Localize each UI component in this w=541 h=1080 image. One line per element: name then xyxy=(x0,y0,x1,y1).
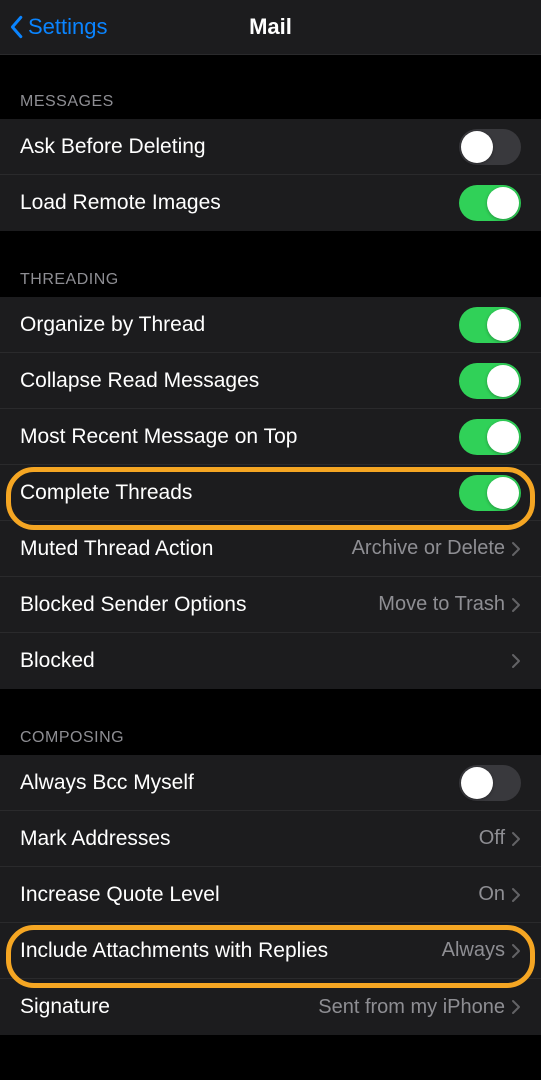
toggle-complete-threads[interactable] xyxy=(459,475,521,511)
row-value-text: Archive or Delete xyxy=(352,537,505,560)
row-most-recent-on-top[interactable]: Most Recent Message on Top xyxy=(0,409,541,465)
row-value: Always xyxy=(442,939,521,962)
row-label: Blocked xyxy=(20,649,95,673)
row-label: Increase Quote Level xyxy=(20,883,220,907)
chevron-right-icon xyxy=(511,831,521,847)
row-value-text: Sent from my iPhone xyxy=(318,996,505,1019)
row-increase-quote-level[interactable]: Increase Quote Level On xyxy=(0,867,541,923)
row-value-text: Off xyxy=(479,827,505,850)
row-value: Archive or Delete xyxy=(352,537,521,560)
section-messages: Ask Before Deleting Load Remote Images xyxy=(0,119,541,231)
row-label: Always Bcc Myself xyxy=(20,771,194,795)
row-value: On xyxy=(478,883,521,906)
row-label: Organize by Thread xyxy=(20,313,205,337)
row-always-bcc-myself[interactable]: Always Bcc Myself xyxy=(0,755,541,811)
toggle-always-bcc[interactable] xyxy=(459,765,521,801)
row-load-remote-images[interactable]: Load Remote Images xyxy=(0,175,541,231)
row-include-attachments[interactable]: Include Attachments with Replies Always xyxy=(0,923,541,979)
page-title: Mail xyxy=(249,14,292,40)
row-muted-thread-action[interactable]: Muted Thread Action Archive or Delete xyxy=(0,521,541,577)
toggle-load-remote-images[interactable] xyxy=(459,185,521,221)
row-value-text: On xyxy=(478,883,505,906)
toggle-collapse-read[interactable] xyxy=(459,363,521,399)
chevron-right-icon xyxy=(511,597,521,613)
toggle-knob xyxy=(461,767,493,799)
row-value-text: Move to Trash xyxy=(378,593,505,616)
section-composing: Always Bcc Myself Mark Addresses Off Inc… xyxy=(0,755,541,1035)
chevron-right-icon xyxy=(511,999,521,1015)
toggle-knob xyxy=(461,131,493,163)
toggle-knob xyxy=(487,187,519,219)
row-mark-addresses[interactable]: Mark Addresses Off xyxy=(0,811,541,867)
section-header-messages: MESSAGES xyxy=(0,55,541,119)
chevron-left-icon xyxy=(8,15,24,39)
nav-bar: Settings Mail xyxy=(0,0,541,55)
row-label: Collapse Read Messages xyxy=(20,369,259,393)
row-label: Most Recent Message on Top xyxy=(20,425,297,449)
row-label: Blocked Sender Options xyxy=(20,593,246,617)
section-threading: Organize by Thread Collapse Read Message… xyxy=(0,297,541,689)
row-organize-by-thread[interactable]: Organize by Thread xyxy=(0,297,541,353)
chevron-right-icon xyxy=(511,653,521,669)
row-label: Include Attachments with Replies xyxy=(20,939,328,963)
row-value: Sent from my iPhone xyxy=(318,996,521,1019)
section-header-composing: COMPOSING xyxy=(0,689,541,755)
chevron-right-icon xyxy=(511,943,521,959)
chevron-right-icon xyxy=(511,887,521,903)
row-value-text: Always xyxy=(442,939,505,962)
back-button[interactable]: Settings xyxy=(0,14,108,40)
row-label: Signature xyxy=(20,995,110,1019)
row-label: Load Remote Images xyxy=(20,191,221,215)
chevron-right-icon xyxy=(511,541,521,557)
row-label: Mark Addresses xyxy=(20,827,171,851)
toggle-knob xyxy=(487,309,519,341)
row-complete-threads[interactable]: Complete Threads xyxy=(0,465,541,521)
back-label: Settings xyxy=(28,14,108,40)
row-label: Complete Threads xyxy=(20,481,192,505)
row-blocked-sender-options[interactable]: Blocked Sender Options Move to Trash xyxy=(0,577,541,633)
toggle-organize-by-thread[interactable] xyxy=(459,307,521,343)
row-label: Ask Before Deleting xyxy=(20,135,206,159)
row-collapse-read-messages[interactable]: Collapse Read Messages xyxy=(0,353,541,409)
row-value xyxy=(511,653,521,669)
row-blocked[interactable]: Blocked xyxy=(0,633,541,689)
section-header-threading: THREADING xyxy=(0,231,541,297)
toggle-ask-before-deleting[interactable] xyxy=(459,129,521,165)
row-signature[interactable]: Signature Sent from my iPhone xyxy=(0,979,541,1035)
row-ask-before-deleting[interactable]: Ask Before Deleting xyxy=(0,119,541,175)
toggle-most-recent-top[interactable] xyxy=(459,419,521,455)
row-value: Off xyxy=(479,827,521,850)
toggle-knob xyxy=(487,477,519,509)
row-value: Move to Trash xyxy=(378,593,521,616)
row-label: Muted Thread Action xyxy=(20,537,213,561)
toggle-knob xyxy=(487,421,519,453)
toggle-knob xyxy=(487,365,519,397)
